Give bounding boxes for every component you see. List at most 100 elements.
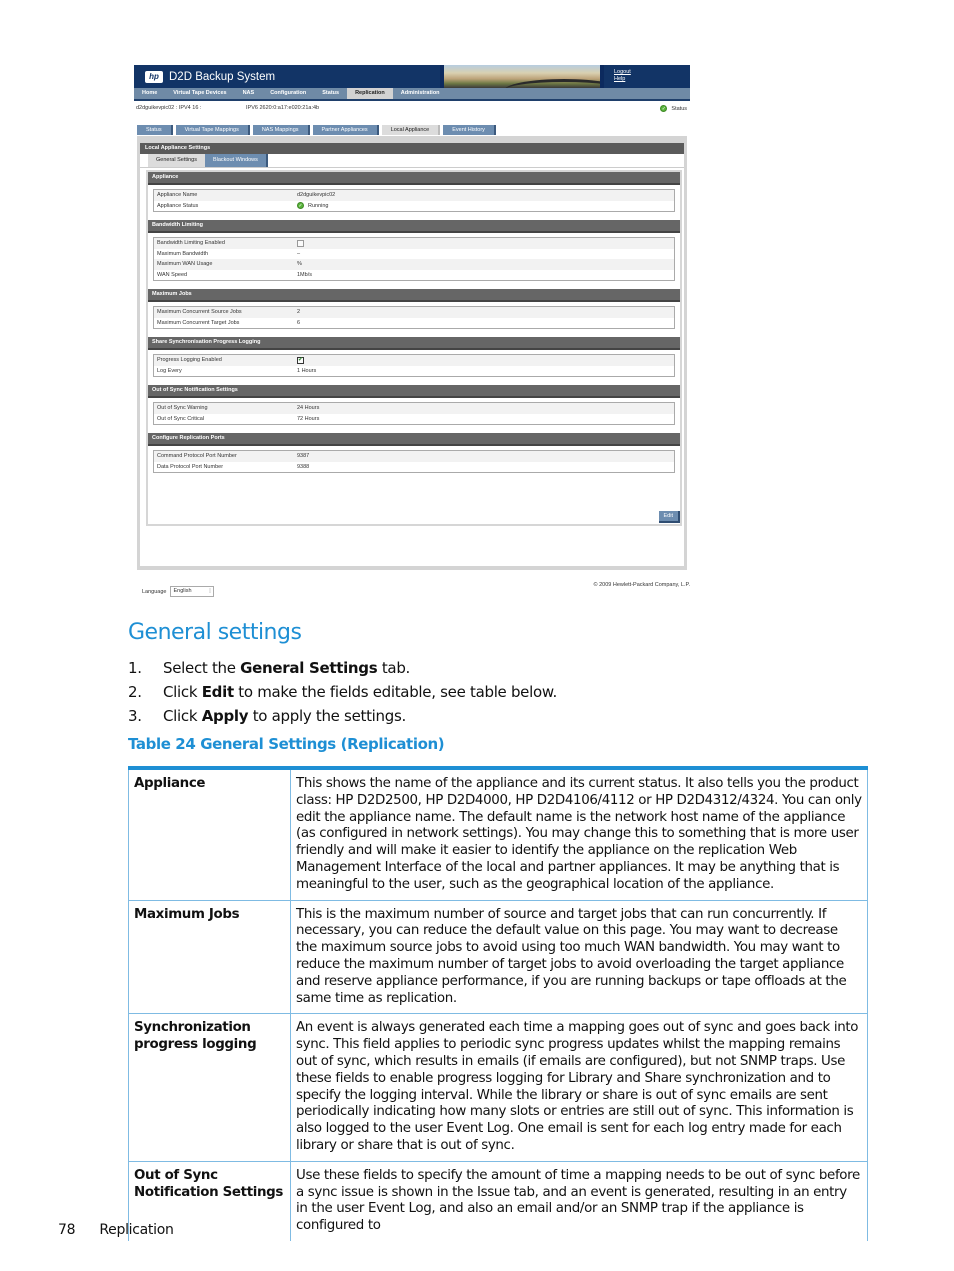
row-label: Appliance Name (157, 192, 198, 198)
row-label: Appliance Status (157, 202, 199, 209)
page-section: Replication (99, 1222, 174, 1238)
settings-row: Data Protocol Port Number 9388 (154, 462, 674, 473)
local-appliance-panel: Local Appliance Settings General Setting… (137, 136, 687, 570)
settings-row: Appliance Name d2dguikevpic02 (154, 190, 674, 201)
nav-nas[interactable]: NAS (235, 88, 263, 99)
step-number: 2. (128, 683, 142, 701)
section-title-out-of-sync: Out of Sync Notification Settings (148, 385, 680, 398)
nav-configuration[interactable]: Configuration (262, 88, 314, 99)
section-title-bandwidth-limiting: Bandwidth Limiting (148, 220, 680, 233)
status-label: Status (671, 105, 687, 112)
step-text: tab. (377, 659, 411, 677)
out-of-sync-box: Out of Sync Warning 24 Hours Out of Sync… (153, 402, 675, 425)
section-title-replication-ports: Configure Replication Ports (148, 433, 680, 446)
tab-status[interactable]: Status (137, 125, 173, 135)
settings-row: Out of Sync Critical 72 Hours (154, 414, 674, 425)
step-text: to make the fields editable, see table b… (233, 683, 557, 701)
out-of-sync-critical-value: 72 Hours (297, 415, 320, 422)
max-source-jobs-value: 2 (297, 309, 301, 315)
progress-logging-box: Progress Logging Enabled ✔ Log Every 1 H… (153, 354, 675, 377)
hp-logo-icon: hp (145, 70, 163, 83)
step-text: Select the (163, 659, 241, 677)
log-every-value: 1 Hours (297, 367, 317, 374)
row-label: Command Protocol Port Number (157, 453, 237, 459)
dropdown-arrow-icon: ▯ (208, 588, 212, 594)
step-item: 2. Click Edit to make the fields editabl… (128, 680, 557, 704)
tab-nas-mappings[interactable]: NAS Mappings (252, 125, 310, 135)
row-label: WAN Speed (157, 271, 188, 278)
settings-row: Maximum WAN Usage % (154, 259, 674, 270)
step-item: 3. Click Apply to apply the settings. (128, 704, 557, 728)
settings-row: Maximum Concurrent Target Jobs 6 (154, 318, 674, 329)
bandwidth-limiting-checkbox[interactable] (297, 239, 304, 247)
row-label: Out of Sync Warning (157, 405, 208, 411)
language-label: Language (142, 588, 167, 595)
table-row: Maximum Jobs This is the maximum number … (128, 899, 868, 1015)
settings-row: WAN Speed 1Mb/s (154, 270, 674, 281)
settings-row: Out of Sync Warning 24 Hours (154, 403, 674, 414)
tab-general-settings[interactable]: General Settings (148, 154, 205, 167)
table-caption: Table 24 General Settings (Replication) (128, 735, 445, 753)
section-title-appliance: Appliance (148, 172, 680, 185)
appliance-box: Appliance Name d2dguikevpic02 Appliance … (153, 189, 675, 212)
brand-bar: hp D2D Backup System (134, 65, 440, 88)
description-cell: Use these fields to specify the amount o… (290, 1160, 868, 1241)
nav-administration[interactable]: Administration (393, 88, 448, 99)
nav-replication[interactable]: Replication (347, 88, 393, 99)
replication-subtabs: Status Virtual Tape Mappings NAS Mapping… (137, 125, 499, 135)
appliance-status: ✓ Running (297, 201, 329, 212)
row-label: Out of Sync Critical (157, 415, 205, 422)
data-port-value: 9388 (297, 463, 310, 470)
host-info: d2dguikevpic02 : IPV4 16 : (136, 105, 202, 111)
tab-local-appliance[interactable]: Local Appliance (381, 125, 441, 135)
language-selector: Language English ▯ (142, 586, 215, 597)
description-cell: An event is always generated each time a… (290, 1013, 868, 1162)
row-label: Data Protocol Port Number (157, 463, 224, 470)
section-heading: General settings (128, 620, 302, 645)
progress-logging-checkbox[interactable]: ✔ (297, 356, 304, 364)
status-ok-icon: ✓ (660, 105, 668, 112)
row-label: Maximum Bandwidth (157, 250, 209, 257)
step-bold: General Settings (240, 659, 378, 677)
language-value: English (173, 588, 192, 594)
row-label: Progress Logging Enabled (157, 357, 222, 363)
settings-row: Bandwidth Limiting Enabled (154, 238, 674, 249)
row-label: Maximum Concurrent Source Jobs (157, 309, 242, 315)
nav-virtual-tape-devices[interactable]: Virtual Tape Devices (165, 88, 234, 99)
ipv6-info: IPV6 2620:0:a17:e020:21a:4b (246, 105, 320, 111)
language-select[interactable]: English ▯ (170, 586, 215, 597)
term-cell: Synchronization progress logging (128, 1013, 291, 1162)
edit-button[interactable]: Edit (658, 511, 680, 523)
nav-status[interactable]: Status (314, 88, 347, 99)
status-link[interactable]: ✓ Status (660, 105, 687, 112)
tab-partner-appliances[interactable]: Partner Appliances (312, 125, 379, 135)
app-header: hp D2D Backup System Logout Help (134, 65, 690, 88)
bandwidth-box: Bandwidth Limiting Enabled Maximum Bandw… (153, 237, 675, 281)
out-of-sync-warning-value: 24 Hours (297, 405, 320, 411)
table-row: Out of Sync Notification Settings Use th… (128, 1160, 868, 1241)
maximum-wan-usage-value: % (297, 261, 302, 267)
appliance-name-value: d2dguikevpic02 (297, 192, 336, 198)
term-cell: Maximum Jobs (128, 899, 291, 1015)
row-label: Maximum WAN Usage (157, 261, 213, 267)
tab-event-history[interactable]: Event History (443, 125, 496, 135)
logout-link[interactable]: Logout (614, 69, 690, 76)
settings-tabs: General Settings Blackout Windows (140, 154, 684, 168)
tab-blackout-windows[interactable]: Blackout Windows (204, 154, 268, 167)
steps-list: 1. Select the General Settings tab. 2. C… (128, 656, 557, 728)
nav-home[interactable]: Home (134, 88, 165, 99)
tab-virtual-tape-mappings[interactable]: Virtual Tape Mappings (175, 125, 250, 135)
header-links: Logout Help (604, 65, 690, 88)
help-link[interactable]: Help (614, 76, 690, 83)
ui-screenshot: hp D2D Backup System Logout Help Home Vi… (134, 65, 690, 600)
step-number: 1. (128, 659, 142, 677)
wan-speed-value: 1Mb/s (297, 271, 312, 278)
panel-body: General Settings Blackout Windows Applia… (140, 154, 684, 566)
step-text: Click (163, 683, 202, 701)
settings-row: Progress Logging Enabled ✔ (154, 355, 674, 366)
table-row: Synchronization progress logging An even… (128, 1013, 868, 1162)
step-item: 1. Select the General Settings tab. (128, 656, 557, 680)
maximum-bandwidth-value: – (297, 250, 301, 257)
step-bold: Edit (201, 683, 234, 701)
step-text: to apply the settings. (248, 707, 407, 725)
